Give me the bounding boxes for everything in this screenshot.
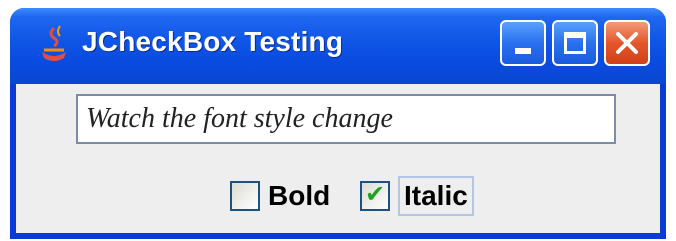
checkbox-label-italic: Italic <box>404 180 468 211</box>
check-icon: ✔ <box>365 180 386 208</box>
italic-checkbox[interactable]: ✔ Italic <box>360 174 474 218</box>
minimize-button[interactable] <box>500 20 546 66</box>
maximize-button[interactable] <box>552 20 598 66</box>
content-pane: Watch the font style change Bold ✔ Itali… <box>16 84 660 233</box>
java-cup-icon <box>42 25 66 61</box>
checkbox-box[interactable] <box>230 181 260 211</box>
window-title: JCheckBox Testing <box>82 26 344 57</box>
title-bar[interactable]: JCheckBox Testing <box>10 8 666 84</box>
text-field[interactable]: Watch the font style change <box>76 94 616 144</box>
minimize-icon <box>515 48 531 54</box>
close-button[interactable] <box>604 20 650 66</box>
checkbox-label-bold: Bold <box>268 180 331 211</box>
focus-ring: Italic <box>398 176 474 216</box>
bold-checkbox[interactable]: Bold <box>230 174 330 218</box>
close-icon <box>616 32 638 54</box>
app-window: JCheckBox Testing Watch the font style c… <box>10 8 666 239</box>
maximize-icon <box>564 32 586 54</box>
checkbox-box[interactable]: ✔ <box>360 180 390 211</box>
